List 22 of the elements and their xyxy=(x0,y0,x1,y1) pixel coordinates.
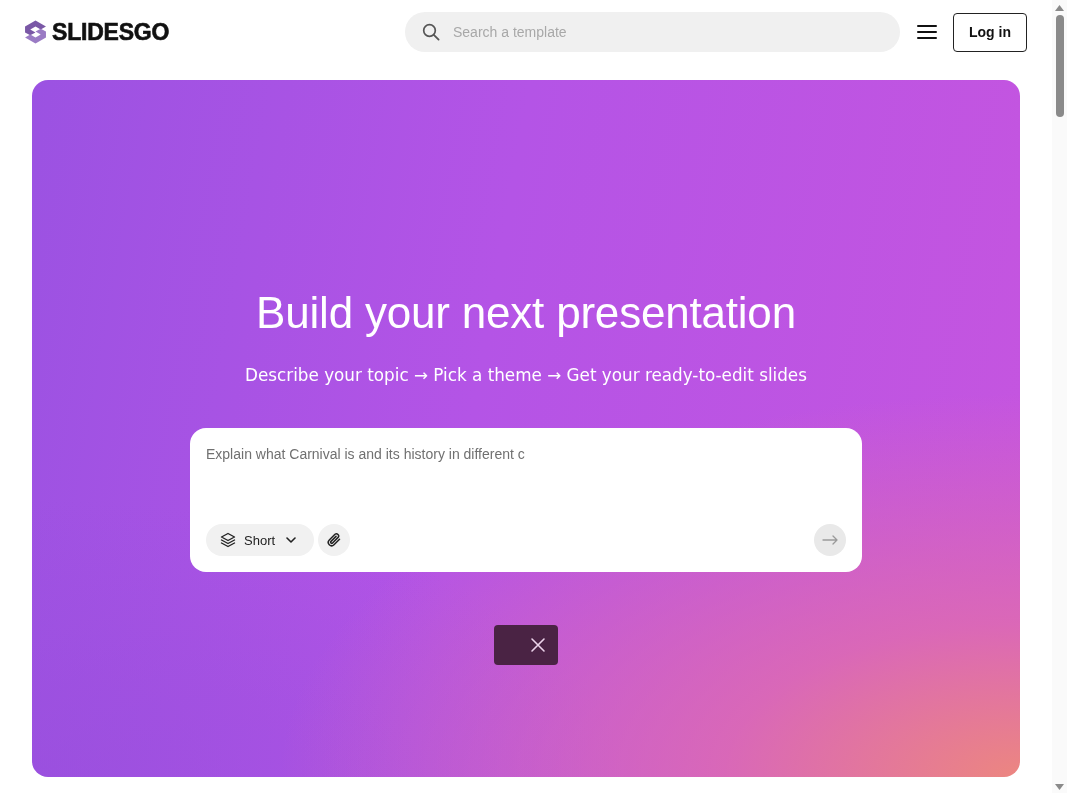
length-dropdown[interactable]: Short xyxy=(206,524,315,556)
close-button[interactable] xyxy=(530,637,546,653)
scrollbar-thumb[interactable] xyxy=(1055,15,1064,117)
hero-title: Build your next presentation xyxy=(256,287,796,339)
logo-icon xyxy=(24,20,47,44)
chevron-down-icon xyxy=(286,537,297,543)
logo-text[interactable]: SLIDESGO xyxy=(52,20,170,44)
menu-button[interactable] xyxy=(917,22,937,42)
search-icon xyxy=(422,23,440,41)
attach-button[interactable] xyxy=(318,524,351,556)
hero-subtitle: Describe your topic → Pick a theme → Get your ready-to-edit slides xyxy=(245,364,807,387)
menu-icon xyxy=(917,24,937,40)
scroll-down-icon[interactable] xyxy=(1055,784,1064,790)
arrow-right-icon xyxy=(822,535,838,545)
prompt-field[interactable]: Explain what Carnival is and its history in different c xyxy=(206,444,846,516)
layers-icon xyxy=(220,532,236,548)
close-icon xyxy=(530,637,546,653)
search-field[interactable]: Search a template xyxy=(405,12,900,52)
prompt-box[interactable]: Explain what Carnival is and its history in different c Short xyxy=(190,428,862,572)
login-button[interactable]: Log in xyxy=(953,12,1027,52)
paperclip-icon xyxy=(326,532,343,548)
scroll-up-icon[interactable] xyxy=(1055,5,1064,11)
